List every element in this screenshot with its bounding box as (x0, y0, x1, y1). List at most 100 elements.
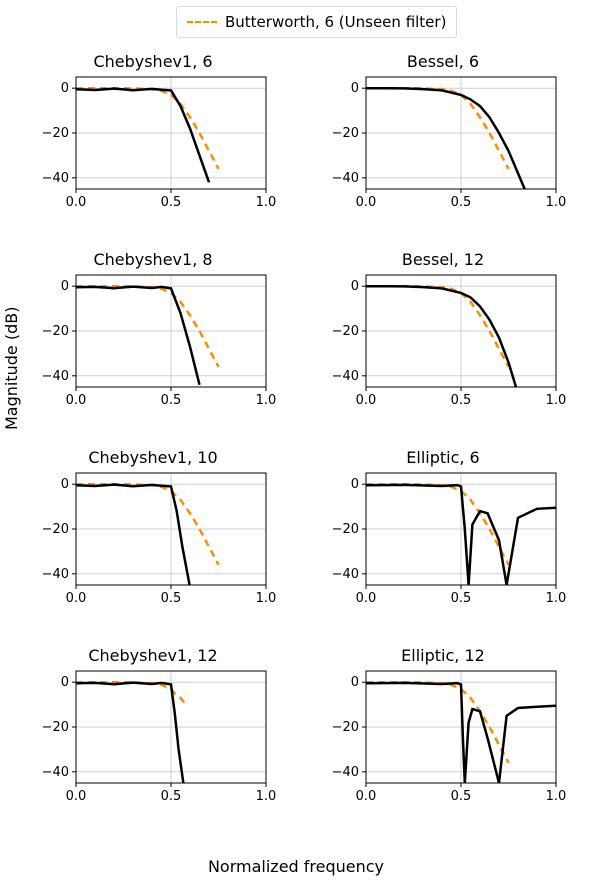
x-tick-label: 0.5 (451, 789, 472, 804)
legend-label: Butterworth, 6 (Unseen filter) (225, 13, 446, 31)
series-line (76, 286, 219, 367)
y-tick-label: 0 (351, 675, 359, 690)
x-tick-label: 1.0 (546, 789, 567, 804)
subplot: Chebyshev1, 8 0.0 0.5 1.0 0 −20 −40 (28, 250, 278, 430)
plot-svg: 0.0 0.5 1.0 0 −20 −40 (318, 667, 568, 807)
plot-area: 0.0 0.5 1.0 0 −20 −40 (318, 73, 568, 213)
series-line (366, 88, 528, 196)
y-tick-label: −40 (42, 369, 69, 384)
subplot-title: Bessel, 12 (318, 250, 568, 269)
y-tick-label: −20 (332, 324, 359, 339)
subplot-title: Bessel, 6 (318, 52, 568, 71)
x-tick-label: 1.0 (546, 393, 567, 408)
y-tick-label: −40 (42, 171, 69, 186)
y-tick-label: −20 (42, 522, 69, 537)
y-tick-label: −20 (332, 126, 359, 141)
y-tick-label: −40 (332, 765, 359, 780)
plot-area: 0.0 0.5 1.0 0 −20 −40 (318, 271, 568, 411)
y-tick-label: 0 (351, 81, 359, 96)
x-tick-label: 0.5 (451, 195, 472, 210)
y-tick-label: 0 (61, 477, 69, 492)
plot-area: 0.0 0.5 1.0 0 −20 −40 (318, 469, 568, 609)
subplot-title: Chebyshev1, 12 (28, 646, 278, 665)
x-tick-label: 0.5 (161, 195, 182, 210)
series-line (366, 682, 509, 763)
x-tick-label: 0.0 (66, 195, 87, 210)
x-tick-label: 0.0 (356, 591, 377, 606)
x-tick-label: 0.5 (451, 591, 472, 606)
plot-area: 0.0 0.5 1.0 0 −20 −40 (28, 667, 278, 807)
y-tick-label: 0 (61, 279, 69, 294)
plot-svg: 0.0 0.5 1.0 0 −20 −40 (28, 73, 278, 213)
x-tick-label: 0.0 (66, 393, 87, 408)
plot-area: 0.0 0.5 1.0 0 −20 −40 (28, 271, 278, 411)
y-tick-label: −40 (42, 567, 69, 582)
y-tick-label: −20 (332, 720, 359, 735)
subplot-title: Chebyshev1, 6 (28, 52, 278, 71)
subplot: Bessel, 12 0.0 0.5 1.0 0 −20 −40 (318, 250, 568, 430)
plot-svg: 0.0 0.5 1.0 0 −20 −40 (318, 271, 568, 411)
series-line (76, 683, 184, 790)
y-tick-label: 0 (61, 675, 69, 690)
x-tick-label: 1.0 (256, 393, 277, 408)
x-tick-label: 1.0 (256, 195, 277, 210)
y-tick-label: −40 (332, 567, 359, 582)
x-tick-label: 0.5 (161, 789, 182, 804)
subplot: Bessel, 6 0.0 0.5 1.0 0 −20 −40 (318, 52, 568, 232)
subplot-title: Elliptic, 12 (318, 646, 568, 665)
y-tick-label: 0 (351, 477, 359, 492)
x-tick-label: 0.0 (66, 789, 87, 804)
x-tick-label: 1.0 (546, 195, 567, 210)
subplot-title: Chebyshev1, 8 (28, 250, 278, 269)
x-tick-label: 0.0 (356, 195, 377, 210)
legend-line-icon (187, 21, 217, 23)
plot-svg: 0.0 0.5 1.0 0 −20 −40 (318, 469, 568, 609)
subplot: Chebyshev1, 6 0.0 0.5 1.0 0 −20 −40 (28, 52, 278, 232)
y-axis-label: Magnitude (dB) (2, 307, 21, 430)
y-tick-label: −20 (42, 324, 69, 339)
x-tick-label: 1.0 (256, 789, 277, 804)
plot-area: 0.0 0.5 1.0 0 −20 −40 (318, 667, 568, 807)
y-tick-label: 0 (351, 279, 359, 294)
series-line (76, 484, 219, 565)
x-tick-label: 0.5 (451, 393, 472, 408)
plot-area: 0.0 0.5 1.0 0 −20 −40 (28, 73, 278, 213)
subplot: Chebyshev1, 12 0.0 0.5 1.0 0 −20 −40 (28, 646, 278, 826)
y-tick-label: −20 (42, 126, 69, 141)
x-tick-label: 0.5 (161, 591, 182, 606)
series-line (366, 484, 509, 565)
series-line (366, 88, 509, 169)
y-tick-label: −40 (42, 765, 69, 780)
x-tick-label: 1.0 (546, 591, 567, 606)
x-tick-label: 0.5 (161, 393, 182, 408)
series-line (366, 286, 509, 367)
x-tick-label: 0.0 (66, 591, 87, 606)
subplot: Elliptic, 12 0.0 0.5 1.0 0 −20 −40 (318, 646, 568, 826)
y-tick-label: −20 (332, 522, 359, 537)
plot-svg: 0.0 0.5 1.0 0 −20 −40 (28, 469, 278, 609)
series-line (76, 682, 186, 704)
series-line (76, 89, 209, 183)
figure: Butterworth, 6 (Unseen filter) Magnitude… (0, 0, 592, 886)
x-axis-label: Normalized frequency (0, 857, 592, 876)
series-line (76, 485, 190, 588)
subplot-title: Elliptic, 6 (318, 448, 568, 467)
plot-area: 0.0 0.5 1.0 0 −20 −40 (28, 469, 278, 609)
subplot-title: Chebyshev1, 10 (28, 448, 278, 467)
legend: Butterworth, 6 (Unseen filter) (176, 6, 457, 38)
x-tick-label: 0.0 (356, 393, 377, 408)
series-line (366, 286, 518, 394)
y-tick-label: 0 (61, 81, 69, 96)
x-tick-label: 0.0 (356, 789, 377, 804)
y-tick-label: −20 (42, 720, 69, 735)
x-tick-label: 1.0 (256, 591, 277, 606)
subplot: Elliptic, 6 0.0 0.5 1.0 0 −20 −40 (318, 448, 568, 628)
plot-svg: 0.0 0.5 1.0 0 −20 −40 (28, 667, 278, 807)
plot-svg: 0.0 0.5 1.0 0 −20 −40 (28, 271, 278, 411)
plot-svg: 0.0 0.5 1.0 0 −20 −40 (318, 73, 568, 213)
subplots-grid: Chebyshev1, 6 0.0 0.5 1.0 0 −20 −40 Bessel, 6 0.… (28, 52, 568, 826)
subplot: Chebyshev1, 10 0.0 0.5 1.0 0 −20 −40 (28, 448, 278, 628)
y-tick-label: −40 (332, 171, 359, 186)
series-line (76, 88, 219, 169)
y-tick-label: −40 (332, 369, 359, 384)
